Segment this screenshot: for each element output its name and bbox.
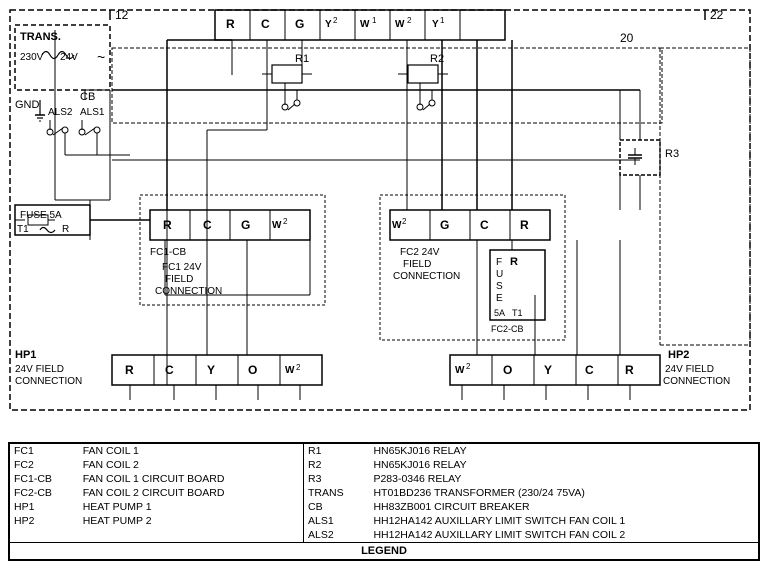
svg-text:W: W (272, 220, 282, 231)
legend-desc-cb: HH83ZB001 CIRCUIT BREAKER (369, 500, 758, 514)
svg-text:FIELD: FIELD (403, 259, 431, 270)
svg-text:CONNECTION: CONNECTION (393, 271, 460, 282)
svg-text:24V FIELD: 24V FIELD (15, 364, 64, 375)
svg-text:T1: T1 (17, 224, 29, 235)
svg-text:12: 12 (115, 8, 129, 22)
legend-code-hp1: HP1 (10, 500, 79, 514)
svg-text:Y: Y (544, 363, 552, 377)
legend-title: LEGEND (10, 542, 758, 559)
svg-text:C: C (261, 17, 270, 31)
legend-desc-fc2: FAN COIL 2 (79, 458, 304, 472)
legend-code-fc2cb: FC2-CB (10, 486, 79, 500)
svg-text:R: R (125, 363, 134, 377)
legend-table: FC1 FAN COIL 1 R1 HN65KJ016 RELAY FC2 FA… (8, 442, 760, 561)
svg-text:R: R (226, 17, 235, 31)
svg-text:HP2: HP2 (668, 349, 689, 361)
svg-text:S: S (496, 281, 503, 292)
svg-text:O: O (248, 363, 257, 377)
svg-text:24V FIELD: 24V FIELD (665, 364, 714, 375)
svg-text:R: R (520, 218, 529, 232)
legend-code-r1: R1 (304, 444, 370, 458)
legend-code-cb: CB (304, 500, 370, 514)
svg-text:W: W (392, 220, 402, 231)
svg-text:F: F (496, 257, 502, 268)
svg-text:CB: CB (80, 91, 95, 103)
svg-text:R: R (510, 256, 518, 268)
legend-code-r2: R2 (304, 458, 370, 472)
svg-text:5A: 5A (494, 308, 505, 318)
svg-text:G: G (440, 218, 449, 232)
svg-text:C: C (480, 218, 489, 232)
legend-desc-als2: HH12HA142 AUXILLARY LIMIT SWITCH FAN COI… (369, 528, 758, 542)
svg-text:G: G (241, 218, 250, 232)
svg-text:R: R (625, 363, 634, 377)
svg-text:20: 20 (620, 31, 634, 45)
svg-text:GND: GND (15, 99, 40, 111)
svg-text:1: 1 (372, 16, 377, 25)
svg-text:Y: Y (207, 363, 215, 377)
legend-desc-hp1: HEAT PUMP 1 (79, 500, 304, 514)
svg-text:W: W (395, 19, 405, 30)
legend-desc-fc1cb: FAN COIL 1 CIRCUIT BOARD (79, 472, 304, 486)
svg-text:22: 22 (710, 8, 724, 22)
legend-desc-fc2cb: FAN COIL 2 CIRCUIT BOARD (79, 486, 304, 500)
svg-text:2: 2 (283, 217, 288, 226)
legend-code-fc1: FC1 (10, 444, 79, 458)
legend-desc-r2: HN65KJ016 RELAY (369, 458, 758, 472)
legend-code-r3: R3 (304, 472, 370, 486)
svg-text:230V: 230V (20, 52, 44, 63)
svg-text:W: W (285, 365, 295, 376)
svg-text:CONNECTION: CONNECTION (15, 376, 82, 387)
legend-code-als2: ALS2 (304, 528, 370, 542)
svg-text:W: W (455, 365, 465, 376)
svg-text:24V: 24V (60, 52, 78, 63)
legend-desc-hp2: HEAT PUMP 2 (79, 514, 304, 528)
svg-text:2: 2 (466, 362, 471, 371)
legend-code-fc1cb: FC1-CB (10, 472, 79, 486)
svg-text:FC1 24V: FC1 24V (162, 262, 202, 273)
svg-text:ALS1: ALS1 (80, 107, 105, 118)
svg-text:W: W (360, 19, 370, 30)
svg-text:R3: R3 (665, 148, 679, 160)
svg-text:FC2 24V: FC2 24V (400, 247, 440, 258)
svg-text:C: C (165, 363, 174, 377)
legend-code-als1: ALS1 (304, 514, 370, 528)
svg-text:2: 2 (333, 16, 338, 25)
legend-desc-r1: HN65KJ016 RELAY (369, 444, 758, 458)
legend-code-hp2: HP2 (10, 514, 79, 528)
legend-desc-fc1: FAN COIL 1 (79, 444, 304, 458)
svg-text:FC1-CB: FC1-CB (150, 247, 186, 258)
svg-text:~: ~ (97, 49, 105, 65)
svg-text:O: O (503, 363, 512, 377)
svg-text:2: 2 (407, 16, 412, 25)
svg-text:CONNECTION: CONNECTION (663, 376, 730, 387)
svg-text:E: E (496, 293, 503, 304)
svg-text:ALS2: ALS2 (48, 107, 73, 118)
svg-text:2: 2 (296, 363, 301, 372)
svg-text:HP1: HP1 (15, 349, 36, 361)
svg-text:2: 2 (402, 217, 407, 226)
legend-desc-als1: HH12HA142 AUXILLARY LIMIT SWITCH FAN COI… (369, 514, 758, 528)
svg-text:1: 1 (440, 16, 445, 25)
svg-text:T1: T1 (512, 308, 523, 318)
legend-desc-trans: HT01BD236 TRANSFORMER (230/24 75VA) (369, 486, 758, 500)
svg-text:Y: Y (325, 19, 332, 30)
svg-text:Y: Y (432, 19, 439, 30)
svg-text:C: C (585, 363, 594, 377)
legend-code-fc2: FC2 (10, 458, 79, 472)
svg-text:G: G (295, 17, 304, 31)
svg-text:U: U (496, 269, 503, 280)
svg-text:FC2-CB: FC2-CB (491, 324, 524, 334)
legend-code-trans: TRANS (304, 486, 370, 500)
svg-text:R: R (62, 224, 69, 235)
svg-text:FIELD: FIELD (165, 274, 193, 285)
diagram-container: 12 22 20 TRANS. 230V 24V ~ GND CB (0, 0, 768, 569)
legend-desc-r3: P283-0346 RELAY (369, 472, 758, 486)
